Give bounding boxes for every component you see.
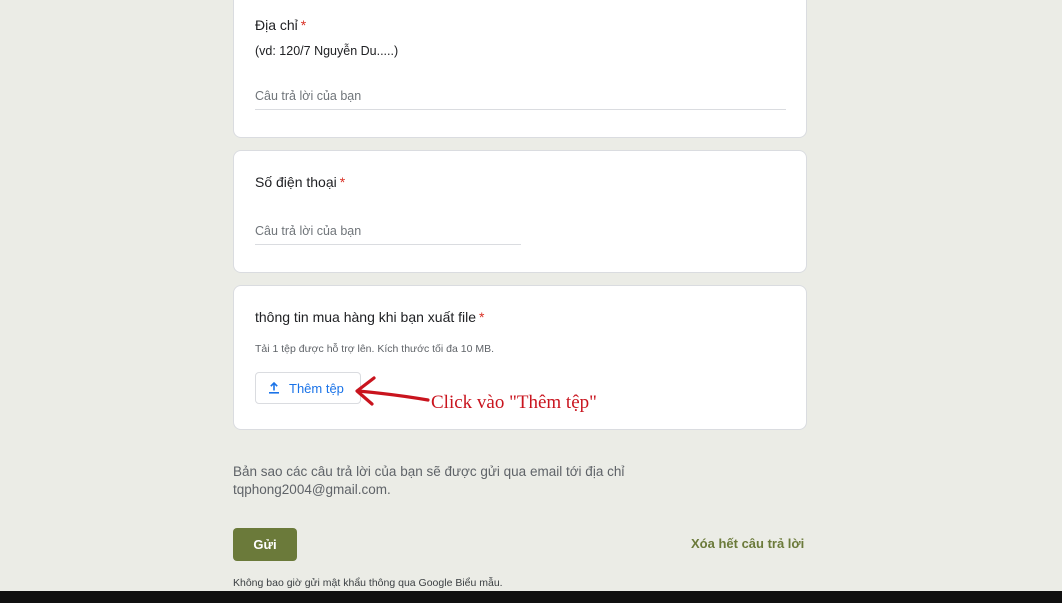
add-file-button[interactable]: Thêm tệp — [255, 372, 361, 404]
question-label: Địa chỉ — [255, 17, 298, 33]
required-asterisk: * — [479, 309, 485, 325]
window-bottom-edge — [0, 591, 1062, 603]
question-title-phone: Số điện thoại * — [255, 174, 345, 190]
required-asterisk: * — [300, 17, 307, 33]
question-card-phone: Số điện thoại * — [233, 150, 807, 273]
add-file-label: Thêm tệp — [289, 380, 344, 396]
question-label: thông tin mua hàng khi bạn xuất file — [255, 309, 477, 325]
file-upload-hint: Tải 1 tệp được hỗ trợ lên. Kích thước tố… — [255, 343, 494, 355]
question-label: Số điện thoại — [255, 174, 337, 190]
annotation-arrow-icon — [355, 376, 430, 406]
upload-icon — [267, 381, 281, 395]
question-title-address: Địa chỉ * — [255, 17, 306, 33]
question-card-address: Địa chỉ * (vd: 120/7 Nguyễn Du.....) — [233, 0, 807, 138]
email-copy-note: Bản sao các câu trả lời của bạn sẽ được … — [233, 464, 625, 497]
question-title-file: thông tin mua hàng khi bạn xuất file * — [255, 309, 485, 325]
clear-form-button[interactable]: Xóa hết câu trả lời — [691, 536, 804, 551]
annotation-text: Click vào "Thêm tệp" — [431, 392, 597, 413]
question-description: (vd: 120/7 Nguyễn Du.....) — [255, 44, 399, 58]
phone-input[interactable] — [255, 224, 521, 245]
password-warning-footer: Không bao giờ gửi mật khẩu thông qua Goo… — [233, 577, 503, 589]
required-asterisk: * — [339, 174, 346, 190]
address-input[interactable] — [255, 89, 786, 110]
submit-button[interactable]: Gửi — [233, 528, 297, 561]
